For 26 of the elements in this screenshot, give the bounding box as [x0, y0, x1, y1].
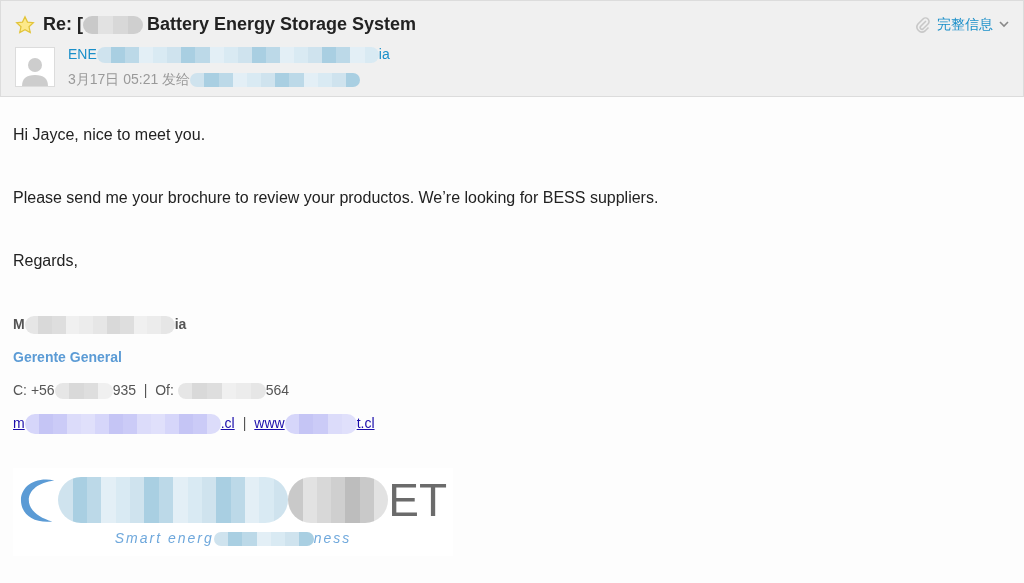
logo-text: ET — [388, 477, 447, 523]
separator-text: | — [242, 414, 247, 433]
star-icon[interactable] — [15, 14, 35, 35]
avatar-icon — [15, 47, 55, 87]
email-link[interactable]: m — [13, 413, 25, 434]
body-paragraph: Please send me your brochure to review your productos. We’re looking for BESS suppliers. — [13, 188, 660, 208]
body-paragraph: Hi Jayce, nice to meet you. — [13, 125, 207, 145]
tagline-text: Smart energ — [114, 529, 214, 548]
signature-name: M — [13, 315, 25, 334]
job-title: Gerente General — [13, 348, 123, 367]
signature-name: ia — [174, 315, 187, 334]
blurred-patch — [83, 15, 143, 34]
date-text: 3月17日 05:21 发给 — [68, 70, 191, 89]
body-paragraph: Regards, — [13, 251, 79, 271]
subject-text: Battery Energy Storage System — [147, 13, 417, 36]
phone-text: 935 | Of: — [112, 381, 175, 400]
phone-text: 564 — [265, 381, 290, 400]
website-link[interactable]: t.cl — [356, 413, 375, 434]
paperclip-icon[interactable] — [915, 15, 931, 34]
phone-text: C: +56 — [13, 381, 55, 400]
tagline-text: ness — [313, 529, 352, 548]
subject-text: Re: [ — [43, 13, 83, 36]
blurred-patch — [54, 382, 113, 399]
chevron-down-icon — [999, 21, 1009, 28]
website-link[interactable]: www — [254, 413, 285, 434]
email-link[interactable]: .cl — [220, 413, 235, 434]
